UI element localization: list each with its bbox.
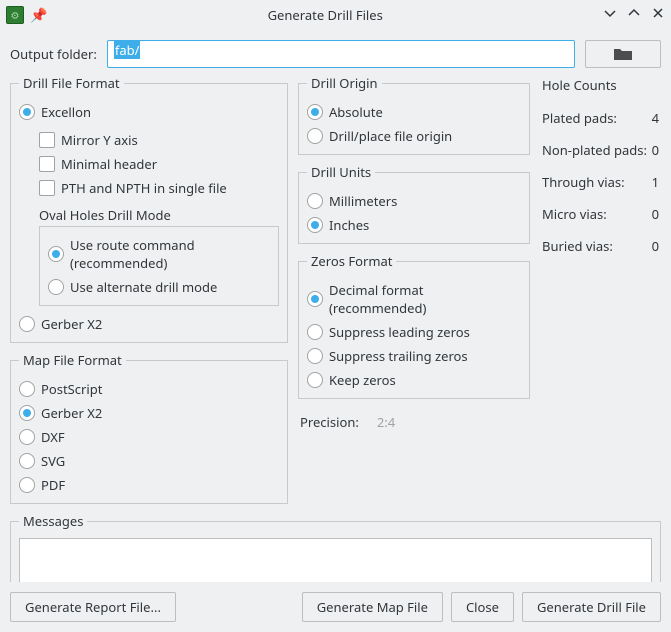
zeros-format-legend: Zeros Format <box>307 252 396 270</box>
button-bar: Generate Report File... Generate Map Fil… <box>0 582 671 632</box>
hole-nonplated-value: 0 <box>652 141 659 159</box>
close-icon[interactable] <box>651 6 665 24</box>
generate-report-button[interactable]: Generate Report File... <box>10 592 176 622</box>
browse-button[interactable] <box>585 40 661 68</box>
window-title: Generate Drill Files <box>47 6 603 24</box>
radio-alternate-drill[interactable]: Use alternate drill mode <box>48 275 270 299</box>
drill-origin-group: Drill Origin Absolute Drill/place file o… <box>298 74 530 155</box>
check-pth-npth-single[interactable]: PTH and NPTH in single file <box>39 176 279 200</box>
radio-route-command[interactable]: Use route command (recommended) <box>48 233 270 275</box>
app-icon: ⚙ <box>6 6 24 24</box>
output-folder-label: Output folder: <box>10 45 97 63</box>
radio-pdf[interactable]: PDF <box>19 473 279 497</box>
hole-counts-group: Hole Counts Plated pads:4 Non-plated pad… <box>540 74 661 258</box>
messages-legend: Messages <box>19 512 87 530</box>
radio-suppress-trailing[interactable]: Suppress trailing zeros <box>307 344 521 368</box>
close-button[interactable]: Close <box>451 592 514 622</box>
hole-through-value: 1 <box>652 173 659 191</box>
radio-suppress-leading[interactable]: Suppress leading zeros <box>307 320 521 344</box>
radio-decimal[interactable]: Decimal format (recommended) <box>307 278 521 320</box>
map-file-format-legend: Map File Format <box>19 351 126 369</box>
hole-counts-legend: Hole Counts <box>542 74 659 98</box>
generate-drill-button[interactable]: Generate Drill File <box>522 592 661 622</box>
precision-label: Precision: <box>300 413 359 431</box>
generate-map-button[interactable]: Generate Map File <box>302 592 443 622</box>
check-minimal-header[interactable]: Minimal header <box>39 152 279 176</box>
radio-postscript[interactable]: PostScript <box>19 377 279 401</box>
hole-nonplated-row: Non-plated pads:0 <box>542 138 659 162</box>
radio-drill-place-origin[interactable]: Drill/place file origin <box>307 124 521 148</box>
drill-file-format-legend: Drill File Format <box>19 74 124 92</box>
radio-gerber-x2-drill[interactable]: Gerber X2 <box>19 312 279 336</box>
drill-units-legend: Drill Units <box>307 163 375 181</box>
map-file-format-group: Map File Format PostScript Gerber X2 DXF… <box>10 351 288 504</box>
oval-holes-label: Oval Holes Drill Mode <box>39 206 279 224</box>
maximize-icon[interactable] <box>627 6 641 24</box>
drill-origin-legend: Drill Origin <box>307 74 382 92</box>
radio-excellon[interactable]: Excellon <box>19 100 279 124</box>
hole-buried-row: Buried vias:0 <box>542 234 659 258</box>
radio-inches[interactable]: Inches <box>307 213 521 237</box>
messages-group: Messages <box>10 512 661 582</box>
output-folder-row: Output folder: fab/ <box>10 40 661 68</box>
precision-row: Precision: 2:4 <box>298 407 530 437</box>
hole-micro-row: Micro vias:0 <box>542 202 659 226</box>
hole-plated-value: 4 <box>652 109 659 127</box>
radio-svg[interactable]: SVG <box>19 449 279 473</box>
hole-plated-row: Plated pads:4 <box>542 106 659 130</box>
radio-absolute[interactable]: Absolute <box>307 100 521 124</box>
dialog-window: ⚙ 📌 Generate Drill Files Output folder: … <box>0 0 671 632</box>
radio-millimeters[interactable]: Millimeters <box>307 189 521 213</box>
radio-keep-zeros[interactable]: Keep zeros <box>307 368 521 392</box>
hole-through-row: Through vias:1 <box>542 170 659 194</box>
radio-dxf[interactable]: DXF <box>19 425 279 449</box>
pin-icon[interactable]: 📌 <box>30 6 47 25</box>
zeros-format-group: Zeros Format Decimal format (recommended… <box>298 252 530 399</box>
drill-units-group: Drill Units Millimeters Inches <box>298 163 530 244</box>
minimize-icon[interactable] <box>603 6 617 24</box>
output-folder-input[interactable]: fab/ <box>107 40 575 68</box>
hole-buried-value: 0 <box>652 237 659 255</box>
hole-micro-value: 0 <box>652 205 659 223</box>
messages-textarea[interactable] <box>19 538 652 582</box>
drill-file-format-group: Drill File Format Excellon Mirror Y axis… <box>10 74 288 343</box>
titlebar: ⚙ 📌 Generate Drill Files <box>0 0 671 30</box>
radio-gerber-x2-map[interactable]: Gerber X2 <box>19 401 279 425</box>
precision-value: 2:4 <box>377 413 395 431</box>
check-mirror-y[interactable]: Mirror Y axis <box>39 128 279 152</box>
folder-icon <box>613 47 633 61</box>
